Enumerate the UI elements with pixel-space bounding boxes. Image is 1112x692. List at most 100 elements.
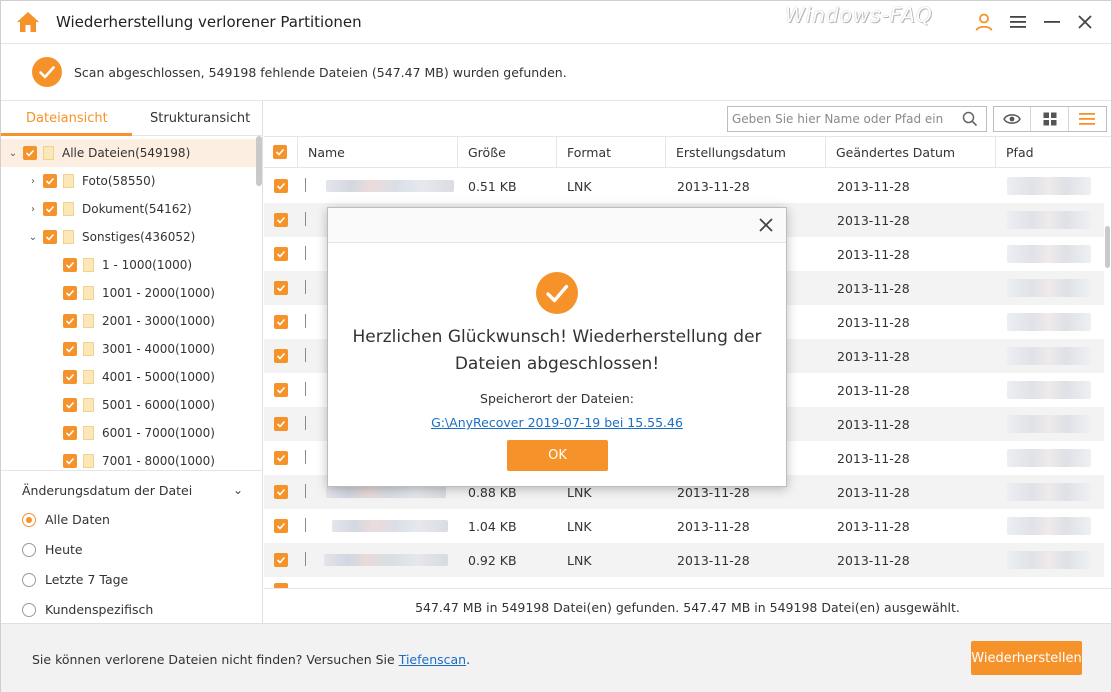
tree-item-all-files[interactable]: ⌄ Alle Dateien(549198) [1, 139, 256, 167]
file-icon [305, 484, 307, 498]
select-all-checkbox[interactable] [264, 137, 297, 168]
checkbox-checked-icon[interactable] [274, 247, 288, 261]
cell-format: LNK [567, 485, 592, 500]
preview-eye-icon[interactable] [994, 107, 1032, 131]
save-location-link[interactable]: G:\AnyRecover 2019-07-19 bei 15.55.46 [328, 415, 786, 430]
tree-item-range[interactable]: 7001 - 8000(1000) [63, 447, 215, 470]
checkbox-checked-icon[interactable] [274, 213, 288, 227]
table-row[interactable] [264, 577, 1104, 588]
checkbox-checked-icon[interactable] [274, 485, 288, 499]
checkbox-checked-icon[interactable] [274, 179, 288, 193]
filter-option-all[interactable]: Alle Daten [22, 512, 110, 527]
view-tabs: Dateiansicht Strukturansicht [1, 101, 263, 136]
chevron-down-icon[interactable]: ⌄ [27, 231, 39, 243]
filter-option-last-7-days[interactable]: Letzte 7 Tage [22, 572, 128, 587]
checkbox-checked-icon[interactable] [274, 451, 288, 465]
tree-scrollbar[interactable] [256, 136, 262, 186]
checkbox-checked-icon[interactable] [63, 398, 77, 412]
filter-option-label: Alle Daten [45, 512, 110, 527]
column-header-name[interactable]: Name [297, 137, 457, 168]
checkbox-checked-icon[interactable] [274, 315, 288, 329]
tree-item-range[interactable]: 1 - 1000(1000) [63, 251, 192, 279]
column-header-modified[interactable]: Geändertes Datum [825, 137, 995, 168]
ok-button[interactable]: OK [507, 440, 608, 471]
file-icon [305, 382, 307, 396]
close-icon[interactable] [1072, 9, 1098, 35]
table-row[interactable]: 1.04 KB LNK 2013-11-28 2013-11-28 [264, 509, 1104, 543]
checkbox-checked-icon[interactable] [23, 146, 37, 160]
search-input[interactable]: Geben Sie hier Name oder Pfad ein [727, 106, 987, 132]
checkbox-checked-icon[interactable] [63, 454, 77, 468]
cell-size: 0.88 KB [468, 485, 517, 500]
column-header-created[interactable]: Erstellungsdatum [665, 137, 825, 168]
checkbox-checked-icon[interactable] [63, 314, 77, 328]
tree-item-range[interactable]: 1001 - 2000(1000) [63, 279, 215, 307]
checkbox-checked-icon[interactable] [274, 519, 288, 533]
user-icon[interactable] [971, 9, 997, 35]
deep-scan-link[interactable]: Tiefenscan [399, 652, 466, 667]
dialog-close-icon[interactable] [756, 215, 776, 235]
tree-item-range[interactable]: 5001 - 6000(1000) [63, 391, 215, 419]
checkbox-checked-icon[interactable] [274, 553, 288, 567]
tree-item-photo[interactable]: › Foto(58550) [27, 167, 155, 195]
checkbox-checked-icon[interactable] [273, 145, 287, 159]
tree-item-range[interactable]: 6001 - 7000(1000) [63, 419, 215, 447]
chevron-down-icon[interactable]: ⌄ [233, 483, 243, 497]
app-window: Wiederherstellung verlorener Partitionen… [0, 0, 1112, 692]
menu-icon[interactable] [1005, 9, 1031, 35]
minimize-icon[interactable] [1039, 9, 1065, 35]
chevron-right-icon[interactable]: › [27, 203, 39, 215]
radio-icon[interactable] [22, 572, 36, 587]
tree-item-other[interactable]: ⌄ Sonstiges(436052) [27, 223, 195, 251]
home-icon[interactable] [15, 10, 41, 34]
filter-option-today[interactable]: Heute [22, 542, 83, 557]
table-row[interactable]: 0.92 KB LNK 2013-11-28 2013-11-28 [264, 543, 1104, 577]
radio-selected-icon[interactable] [22, 512, 36, 527]
table-scrollbar[interactable] [1105, 226, 1110, 268]
tree-item-label: Foto(58550) [82, 174, 156, 188]
radio-icon[interactable] [22, 602, 36, 617]
table-row[interactable]: 0.51 KB LNK 2013-11-28 2013-11-28 [264, 169, 1104, 203]
cell-format: LNK [567, 519, 592, 534]
tree-item-range[interactable]: 3001 - 4000(1000) [63, 335, 215, 363]
filter-option-custom[interactable]: Kundenspezifisch [22, 602, 153, 617]
tab-file-view[interactable]: Dateiansicht [26, 111, 108, 126]
grid-view-icon[interactable] [1031, 107, 1069, 131]
checkbox-checked-icon[interactable] [63, 286, 77, 300]
checkbox-checked-icon[interactable] [274, 383, 288, 397]
search-icon[interactable] [962, 111, 978, 127]
tree-item-range[interactable]: 2001 - 3000(1000) [63, 307, 215, 335]
tree-item-range[interactable]: 4001 - 5000(1000) [63, 363, 215, 391]
list-view-icon[interactable] [1069, 107, 1106, 131]
file-icon [305, 416, 307, 430]
tab-tree-view[interactable]: Strukturansicht [150, 111, 250, 126]
cell-modified: 2013-11-28 [837, 519, 910, 534]
tree-item-label: Alle Dateien(549198) [62, 146, 191, 160]
checkbox-checked-icon[interactable] [43, 202, 57, 216]
save-location-label: Speicherort der Dateien: [480, 391, 634, 406]
checkbox-checked-icon[interactable] [274, 281, 288, 295]
column-header-path[interactable]: Pfad [995, 137, 1111, 168]
radio-icon[interactable] [22, 542, 36, 557]
folder-icon [83, 286, 94, 300]
chevron-down-icon[interactable]: ⌄ [7, 147, 19, 159]
recover-button[interactable]: Wiederherstellen [971, 641, 1082, 675]
blurred-path [1007, 245, 1091, 263]
checkbox-checked-icon[interactable] [43, 174, 57, 188]
tree-item-document[interactable]: › Dokument(54162) [27, 195, 192, 223]
column-header-size[interactable]: Größe [457, 137, 556, 168]
filter-option-label: Heute [45, 542, 83, 557]
column-header-format[interactable]: Format [556, 137, 665, 168]
checkbox-checked-icon[interactable] [63, 426, 77, 440]
tree-item-label: 2001 - 3000(1000) [102, 314, 215, 328]
checkbox-checked-icon[interactable] [43, 230, 57, 244]
folder-icon [63, 202, 74, 216]
checkbox-checked-icon[interactable] [63, 258, 77, 272]
checkbox-checked-icon[interactable] [274, 349, 288, 363]
success-check-icon [32, 57, 62, 87]
checkbox-checked-icon[interactable] [63, 342, 77, 356]
checkbox-checked-icon[interactable] [63, 370, 77, 384]
folder-icon [83, 426, 94, 440]
checkbox-checked-icon[interactable] [274, 417, 288, 431]
chevron-right-icon[interactable]: › [27, 175, 39, 187]
